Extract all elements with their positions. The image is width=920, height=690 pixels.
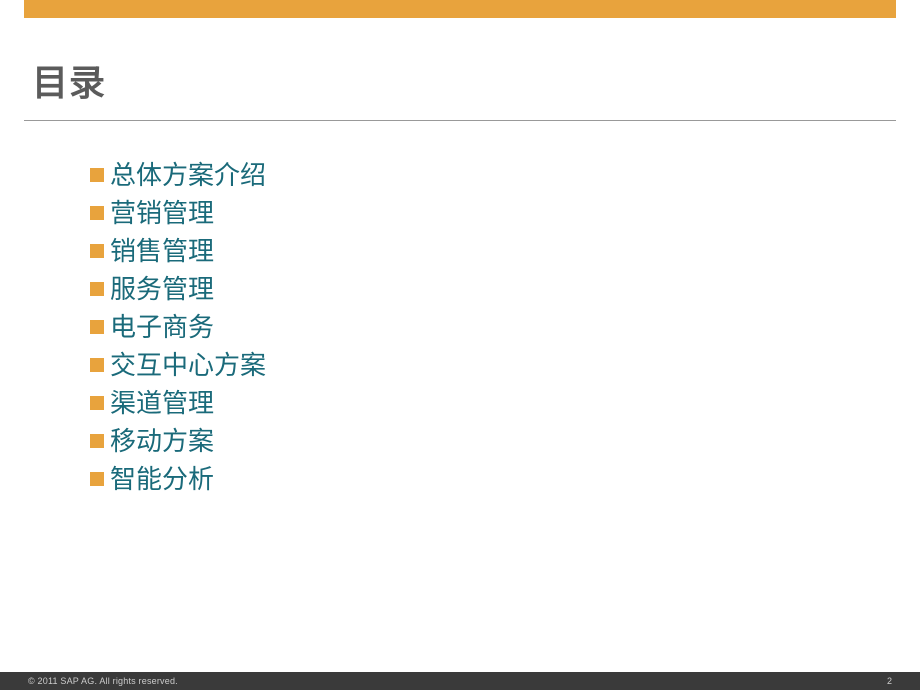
- footer-copyright: © 2011 SAP AG. All rights reserved.: [28, 676, 178, 686]
- square-bullet-icon: [90, 358, 104, 372]
- square-bullet-icon: [90, 320, 104, 334]
- square-bullet-icon: [90, 244, 104, 258]
- toc-item: 移动方案: [90, 424, 266, 458]
- toc-item-label: 总体方案介绍: [110, 158, 266, 192]
- toc-item-label: 销售管理: [110, 234, 214, 268]
- toc-item: 渠道管理: [90, 386, 266, 420]
- top-accent-bar: [24, 0, 896, 18]
- square-bullet-icon: [90, 168, 104, 182]
- square-bullet-icon: [90, 472, 104, 486]
- title-divider: [24, 120, 896, 121]
- square-bullet-icon: [90, 282, 104, 296]
- toc-item: 营销管理: [90, 196, 266, 230]
- square-bullet-icon: [90, 206, 104, 220]
- square-bullet-icon: [90, 434, 104, 448]
- toc-item-label: 智能分析: [110, 462, 214, 496]
- toc-list: 总体方案介绍 营销管理 销售管理 服务管理 电子商务 交互中心方案 渠道管理: [90, 158, 266, 500]
- toc-item: 智能分析: [90, 462, 266, 496]
- toc-item-label: 电子商务: [110, 310, 214, 344]
- toc-item: 销售管理: [90, 234, 266, 268]
- toc-item: 总体方案介绍: [90, 158, 266, 192]
- toc-item: 交互中心方案: [90, 348, 266, 382]
- toc-item-label: 交互中心方案: [110, 348, 266, 382]
- toc-item-label: 营销管理: [110, 196, 214, 230]
- toc-item-label: 渠道管理: [110, 386, 214, 420]
- toc-item: 服务管理: [90, 272, 266, 306]
- page-title: 目录: [32, 54, 106, 106]
- toc-item-label: 服务管理: [110, 272, 214, 306]
- toc-item-label: 移动方案: [110, 424, 214, 458]
- square-bullet-icon: [90, 396, 104, 410]
- slide: 目录 总体方案介绍 营销管理 销售管理 服务管理 电子商务 交互中心方案: [0, 0, 920, 690]
- footer-page-number: 2: [887, 676, 892, 686]
- toc-item: 电子商务: [90, 310, 266, 344]
- footer-bar: © 2011 SAP AG. All rights reserved. 2: [0, 672, 920, 690]
